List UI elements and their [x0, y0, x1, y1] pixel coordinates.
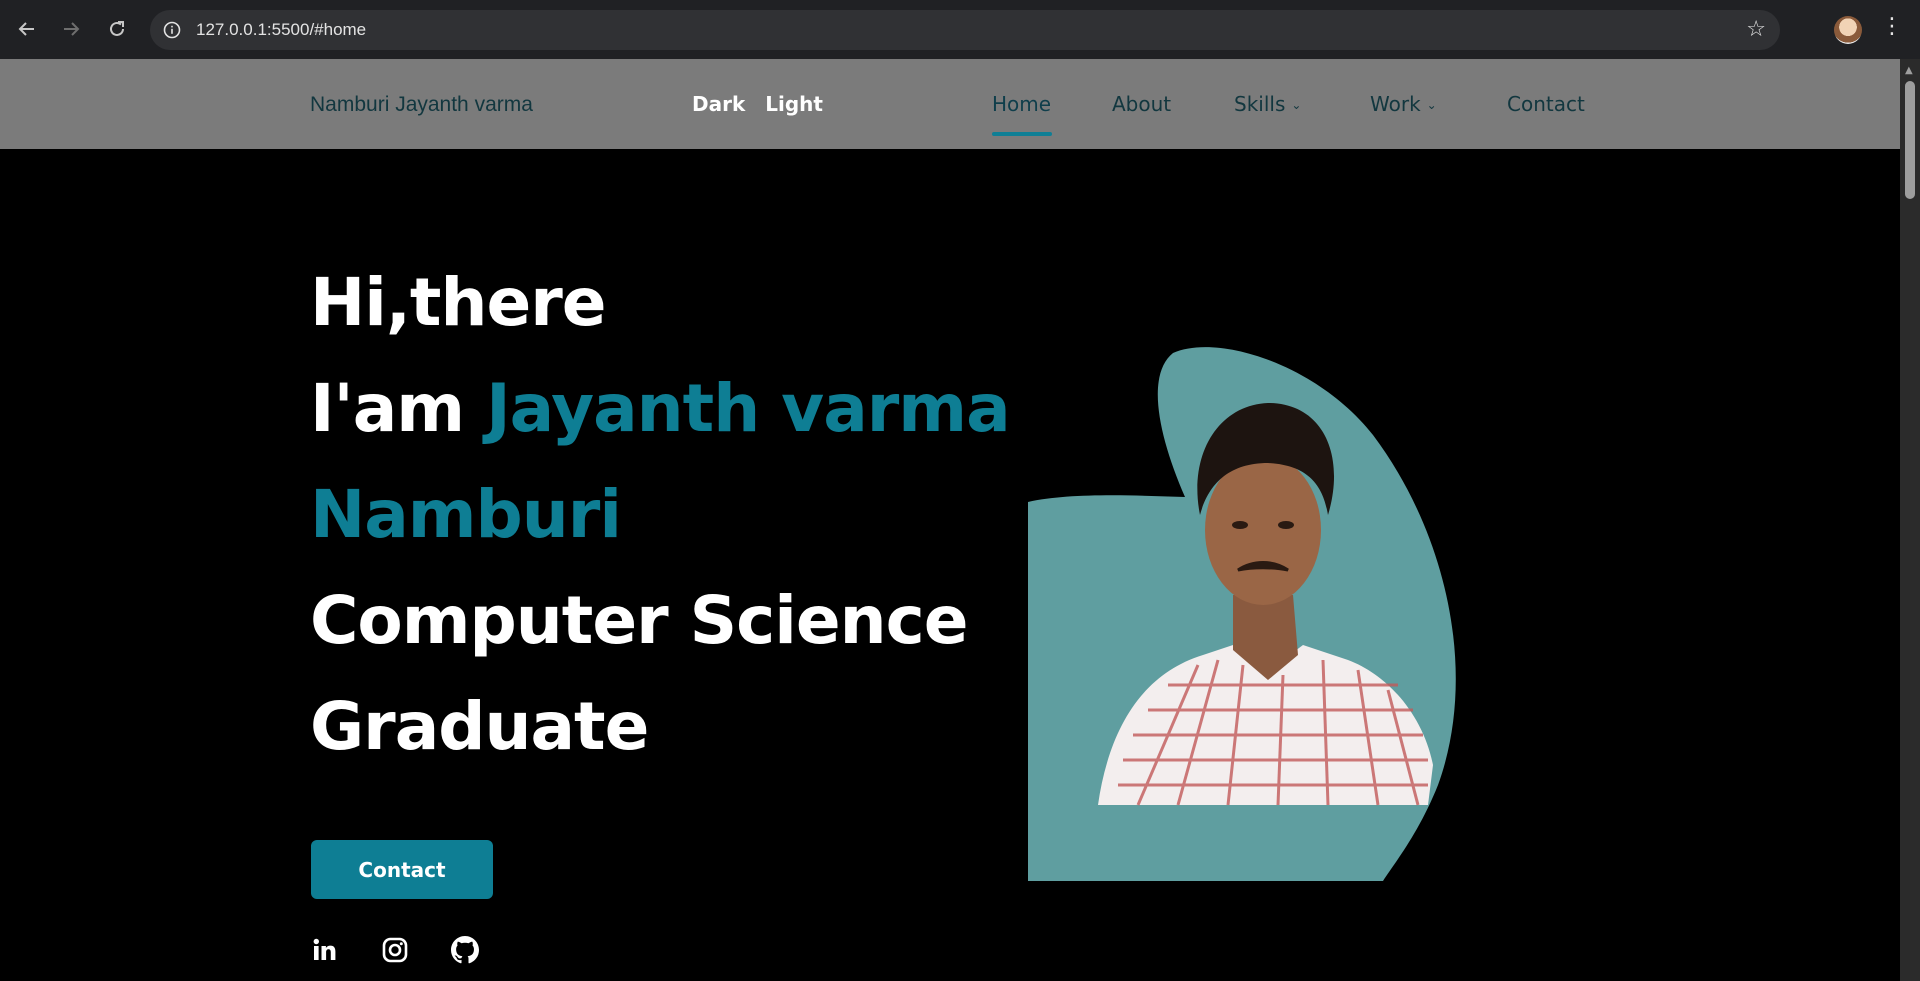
- theme-switcher: Dark Light: [692, 92, 823, 116]
- hero-role-line1: Computer Science: [310, 582, 969, 659]
- theme-light-button[interactable]: Light: [765, 92, 823, 116]
- url-text[interactable]: 127.0.0.1:5500/#home: [196, 20, 366, 40]
- reload-button[interactable]: [102, 14, 132, 44]
- contact-button[interactable]: Contact: [311, 840, 493, 899]
- scrollbar-thumb[interactable]: [1905, 81, 1915, 199]
- nav-item-skills[interactable]: Skills ⌄: [1234, 92, 1301, 116]
- site-brand[interactable]: Namburi Jayanth varma: [310, 93, 533, 117]
- nav-item-label: Contact: [1507, 92, 1585, 116]
- linkedin-link[interactable]: [311, 936, 339, 964]
- arrow-right-icon: [64, 22, 80, 36]
- tab-strip: [0, 0, 1920, 8]
- page-viewport: Namburi Jayanth varma Dark Light Home Ab…: [0, 59, 1900, 981]
- browser-menu-kebab-icon[interactable]: ⋮: [1880, 14, 1904, 39]
- site-info-button[interactable]: [160, 18, 184, 42]
- nav-item-label: About: [1112, 92, 1172, 116]
- nav-item-home[interactable]: Home: [992, 92, 1051, 116]
- nav-item-work[interactable]: Work ⌄: [1370, 92, 1437, 116]
- info-icon: [163, 21, 181, 39]
- hero-role-line2: Graduate: [310, 688, 649, 765]
- bookmark-star-icon[interactable]: ☆: [1746, 17, 1766, 42]
- theme-dark-button[interactable]: Dark: [692, 92, 745, 116]
- nav-item-label: Work: [1370, 92, 1421, 116]
- hero-name-first: Jayanth varma: [486, 370, 1011, 447]
- forward-button[interactable]: [56, 14, 86, 44]
- page-scrollbar[interactable]: ▲: [1900, 59, 1920, 981]
- hero-portrait-image: [1028, 347, 1456, 881]
- browser-toolbar: 127.0.0.1:5500/#home ☆ ⋮: [0, 0, 1920, 59]
- instagram-icon: [382, 937, 408, 963]
- active-nav-underline: [992, 132, 1052, 136]
- hero-intro-line: I'am Jayanth varma: [310, 370, 1011, 447]
- nav-item-contact[interactable]: Contact: [1507, 92, 1585, 116]
- hero-name-last: Namburi: [310, 476, 622, 553]
- chevron-down-icon: ⌄: [1426, 98, 1437, 112]
- reload-icon: [110, 21, 124, 36]
- arrow-left-icon: [18, 22, 34, 36]
- profile-avatar[interactable]: [1834, 16, 1862, 44]
- linkedin-icon: [313, 938, 336, 960]
- github-link[interactable]: [451, 936, 479, 964]
- scroll-up-arrow-icon[interactable]: ▲: [1905, 65, 1913, 76]
- nav-item-about[interactable]: About: [1112, 92, 1171, 116]
- github-icon: [451, 936, 479, 964]
- back-button[interactable]: [12, 14, 42, 44]
- nav-item-label: Home: [992, 92, 1052, 116]
- nav-item-label: Skills: [1234, 92, 1286, 116]
- hero-greeting: Hi,there: [310, 264, 607, 341]
- address-bar[interactable]: 127.0.0.1:5500/#home ☆: [150, 10, 1780, 50]
- site-navbar: Namburi Jayanth varma Dark Light Home Ab…: [0, 59, 1900, 149]
- chevron-down-icon: ⌄: [1291, 98, 1302, 112]
- instagram-link[interactable]: [381, 936, 409, 964]
- hero-intro-prefix: I'am: [310, 370, 487, 447]
